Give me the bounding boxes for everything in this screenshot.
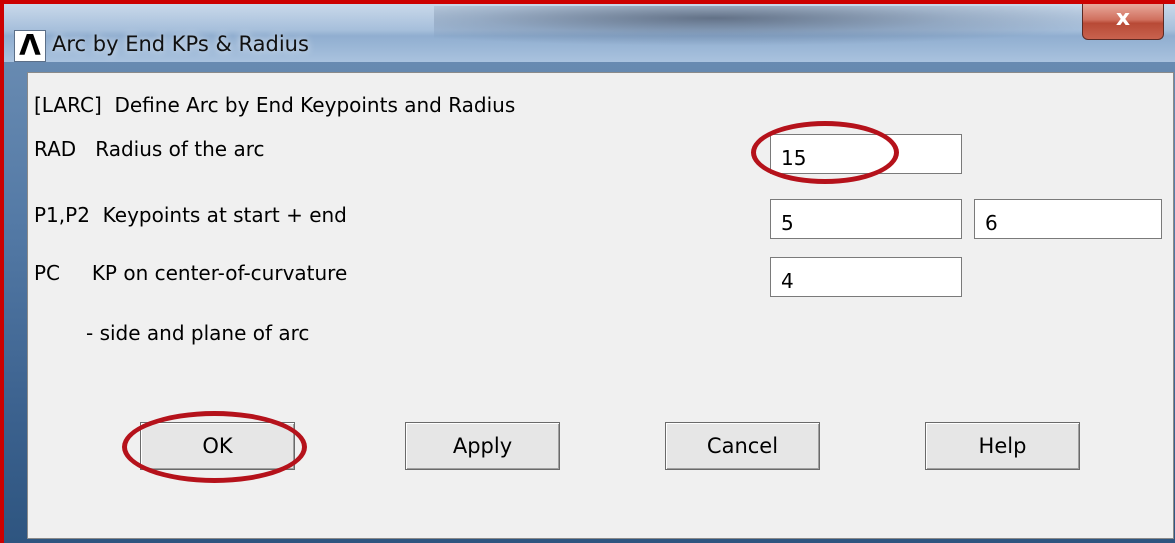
p1-input[interactable] xyxy=(770,199,962,239)
ansys-logo-icon: Λ xyxy=(14,30,46,62)
p1p2-label: P1,P2 Keypoints at start + end xyxy=(34,203,347,227)
dialog-heading: [LARC] Define Arc by End Keypoints and R… xyxy=(34,93,516,117)
cancel-button[interactable]: Cancel xyxy=(665,422,820,470)
close-button[interactable]: x xyxy=(1082,4,1164,40)
pc-label: PC KP on center-of-curvature xyxy=(34,261,348,285)
apply-button[interactable]: Apply xyxy=(405,422,560,470)
close-icon: x xyxy=(1115,6,1131,31)
title-bar[interactable]: Λ Arc by End KPs & Radius xyxy=(4,4,1175,62)
window-title: Arc by End KPs & Radius xyxy=(52,32,309,56)
rad-input[interactable] xyxy=(770,134,962,174)
help-button[interactable]: Help xyxy=(925,422,1080,470)
ok-button[interactable]: OK xyxy=(140,422,295,470)
dialog-window: Λ Arc by End KPs & Radius x [LARC] Defin… xyxy=(0,0,1175,543)
pc-note: - side and plane of arc xyxy=(86,321,310,345)
pc-input[interactable] xyxy=(770,257,962,297)
dialog-body: [LARC] Define Arc by End Keypoints and R… xyxy=(27,72,1174,539)
rad-label: RAD Radius of the arc xyxy=(34,137,265,161)
p2-input[interactable] xyxy=(974,199,1162,239)
